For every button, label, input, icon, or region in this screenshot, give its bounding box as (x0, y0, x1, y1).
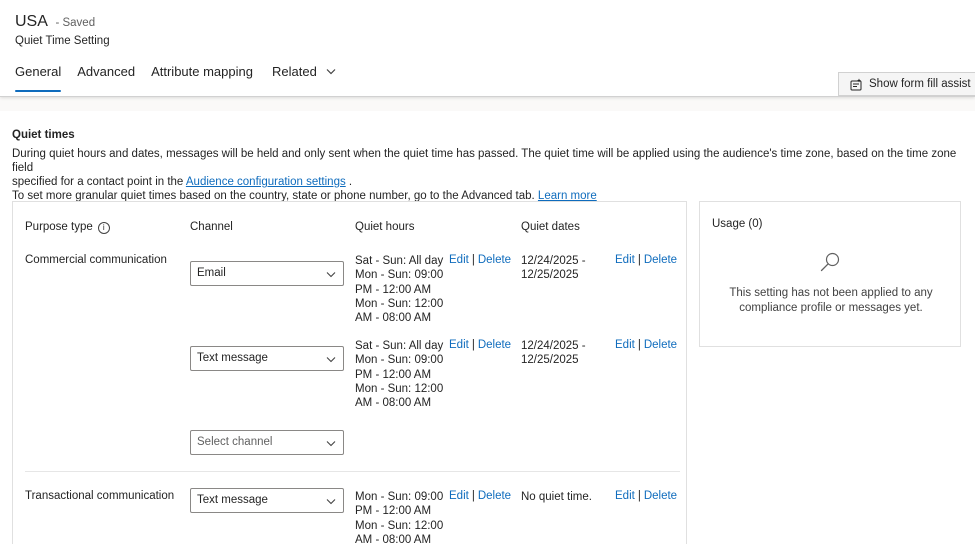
description-text: specified for a contact point in the (12, 176, 186, 188)
header-quiet-dates: Quiet dates (521, 221, 580, 233)
quiet-hours-value: Sat - Sun: All day Mon - Sun: 09:00 PM -… (355, 340, 444, 410)
edit-hours-link[interactable]: Edit (449, 254, 469, 266)
audience-configuration-link[interactable]: Audience configuration settings (186, 176, 346, 188)
tab-advanced-label: Advanced (77, 64, 136, 79)
general-tab-content: Quiet times During quiet hours and dates… (0, 111, 975, 544)
delete-hours-link[interactable]: Delete (478, 339, 511, 351)
header-quiet-hours: Quiet hours (355, 221, 415, 233)
header-purpose-label: Purpose type (25, 221, 93, 233)
delete-dates-link[interactable]: Delete (644, 254, 677, 266)
chevron-down-icon (326, 357, 336, 363)
header-purpose-type: Purpose type i (25, 221, 110, 234)
edit-hours-link[interactable]: Edit (449, 490, 469, 502)
separator: | (637, 490, 641, 502)
delete-dates-link[interactable]: Delete (644, 339, 677, 351)
assist-label: Show form fill assist (869, 78, 971, 90)
channel-value: Email (197, 267, 226, 279)
row-divider (25, 471, 680, 472)
section-description: During quiet hours and dates, messages w… (12, 147, 962, 203)
separator: | (637, 339, 641, 351)
separator: | (471, 490, 475, 502)
form-assist-icon (850, 78, 862, 90)
form-header: USA - Saved Quiet Time Setting General A… (0, 0, 975, 97)
description-line-2: specified for a contact point in the Aud… (12, 175, 962, 189)
header-channel: Channel (190, 221, 233, 233)
quiet-hours-value: Mon - Sun: 09:00 PM - 12:00 AM Mon - Sun… (355, 491, 444, 544)
info-icon[interactable]: i (97, 222, 110, 234)
description-line-1: During quiet hours and dates, messages w… (12, 148, 957, 174)
tab-related-label: Related (271, 64, 317, 79)
quiet-hours-actions: Edit | Delete (449, 339, 511, 351)
record-name: USA (15, 13, 48, 30)
separator: | (471, 254, 475, 266)
save-status: - Saved (55, 17, 96, 29)
edit-dates-link[interactable]: Edit (615, 339, 635, 351)
channel-placeholder: Select channel (197, 436, 273, 448)
quiet-dates-actions: Edit | Delete (615, 490, 677, 502)
channel-select-email[interactable]: Email (190, 261, 344, 286)
tab-general-label: General (15, 64, 62, 79)
quiet-dates-value: 12/24/2025 - 12/25/2025 (521, 255, 586, 282)
edit-dates-link[interactable]: Edit (615, 254, 635, 266)
search-icon (820, 252, 840, 272)
channel-value: Text message (197, 494, 268, 506)
usage-panel: Usage (0) This setting has not been appl… (699, 201, 961, 347)
chevron-down-icon (326, 499, 336, 505)
chevron-down-icon (326, 69, 336, 75)
edit-hours-link[interactable]: Edit (449, 339, 469, 351)
chevron-down-icon (326, 441, 336, 447)
tab-advanced[interactable]: Advanced (77, 64, 135, 92)
delete-dates-link[interactable]: Delete (644, 490, 677, 502)
channel-select-text-message[interactable]: Text message (190, 346, 344, 371)
quiet-dates-actions: Edit | Delete (615, 254, 677, 266)
quiet-hours-value: Sat - Sun: All day Mon - Sun: 09:00 PM -… (355, 255, 444, 325)
channel-value: Text message (197, 352, 268, 364)
delete-hours-link[interactable]: Delete (478, 490, 511, 502)
channel-select-new[interactable]: Select channel (190, 430, 344, 455)
edit-dates-link[interactable]: Edit (615, 490, 635, 502)
delete-hours-link[interactable]: Delete (478, 254, 511, 266)
section-title: Quiet times (12, 129, 75, 141)
usage-title: Usage (0) (712, 218, 763, 230)
tab-attribute-mapping[interactable]: Attribute mapping (151, 64, 253, 92)
usage-empty-message: This setting has not been applied to any… (729, 287, 933, 314)
separator: | (471, 339, 475, 351)
purpose-type-commercial: Commercial communication (25, 254, 167, 266)
show-form-fill-assist-button[interactable]: Show form fill assist (838, 72, 975, 96)
chevron-down-icon (326, 272, 336, 278)
quiet-dates-actions: Edit | Delete (615, 339, 677, 351)
description-text-end: . (345, 176, 353, 188)
channel-select-text-message[interactable]: Text message (190, 488, 344, 513)
tab-general[interactable]: General (15, 64, 62, 92)
separator: | (637, 254, 641, 266)
quiet-hours-actions: Edit | Delete (449, 254, 511, 266)
quiet-hours-actions: Edit | Delete (449, 490, 511, 502)
quiet-dates-value: 12/24/2025 - 12/25/2025 (521, 340, 586, 367)
record-entity-type: Quiet Time Setting (15, 35, 110, 47)
record-title: USA - Saved (15, 13, 95, 31)
form-tabs: General Advanced Attribute mapping Relat… (15, 64, 352, 92)
purpose-type-transactional: Transactional communication (25, 490, 175, 502)
quiet-dates-value: No quiet time. (521, 491, 592, 503)
tab-related[interactable]: Related (272, 64, 336, 92)
tab-attribute-mapping-label: Attribute mapping (151, 64, 253, 79)
quiet-times-table: Purpose type i Channel Quiet hours Quiet … (12, 201, 687, 544)
